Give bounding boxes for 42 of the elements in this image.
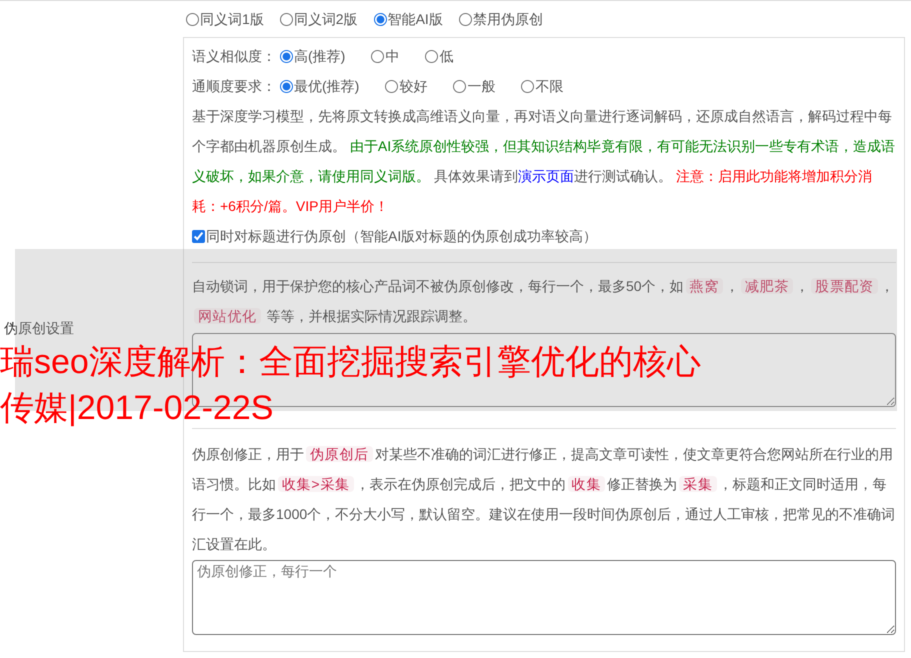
radio-button[interactable] xyxy=(385,80,398,92)
keyword-tag: 股票配资 xyxy=(811,278,878,294)
overlay-headline: 传媒|2017-02-22S xyxy=(0,388,274,429)
radio-button[interactable] xyxy=(280,12,293,26)
setting-label: 通顺度要求： xyxy=(192,76,276,96)
radio-button[interactable] xyxy=(374,12,387,26)
section-label: 伪原创设置 xyxy=(3,319,74,338)
keyword-tag: 网站优化 xyxy=(194,308,261,324)
setting-label: 语义相似度： xyxy=(192,46,276,66)
radio-button[interactable] xyxy=(280,50,293,62)
radio-option[interactable]: 不限 xyxy=(521,76,564,96)
version-option[interactable]: 同义词1版 xyxy=(186,8,264,30)
lock-words-description: 自动锁词，用于保护您的核心产品词不被伪原创修改，每行一个，最多50个，如 燕窝 ， 减肥茶 ， 股票配资 ， 网站优化 等等，并根据实际情况跟踪调整。 xyxy=(192,277,895,326)
version-option[interactable]: 智能AI版 xyxy=(374,8,443,30)
version-option[interactable]: 同义词2版 xyxy=(280,8,358,30)
radio-button[interactable] xyxy=(458,12,472,26)
checkbox[interactable] xyxy=(192,230,205,242)
radio-option[interactable]: 较好 xyxy=(385,76,428,96)
radio-option[interactable]: 低 xyxy=(425,46,454,66)
demo-page-link[interactable]: 演示页面 xyxy=(518,168,574,184)
radio-option[interactable]: 最优(推荐) xyxy=(280,76,360,96)
radio-button[interactable] xyxy=(521,80,534,92)
radio-option[interactable]: 一般 xyxy=(453,76,496,96)
correction-field[interactable]: 伪原创修正，每行一个 xyxy=(192,560,896,635)
radio-option[interactable]: 高(推荐) xyxy=(280,46,346,66)
keyword-tag: 燕窝 xyxy=(686,278,723,294)
keyword-tag: 收集 xyxy=(568,476,606,492)
title-option[interactable]: 同时对标题进行伪原创（智能AI版对标题的伪原创成功率较高） xyxy=(192,221,896,251)
radio-button[interactable] xyxy=(371,50,384,62)
radio-option[interactable]: 中 xyxy=(371,46,400,66)
version-option[interactable]: 禁用伪原创 xyxy=(458,8,543,30)
overlay-headline: 瑞seo深度解析：全面挖掘搜索引擎优化的核心 xyxy=(0,342,701,383)
radio-button[interactable] xyxy=(280,80,293,92)
radio-button[interactable] xyxy=(186,12,199,26)
ai-description: 基于深度学习模型，先将原文转换成高维语义向量，再对语义向量进行逐词解码，还原成自然语言，解码过程中每个字都由机器原创生成。 由于AI系统原创性较强，但其知识结构毕竟有限，有可能无法识别一些专有术语，造成语义破坏，如果介意，请使用同义词版。 具体效果请到演示页面进行测试确认。 注意：启用此功能将增加积分消耗：+6积分/篇。VIP用户半价！ xyxy=(192,107,896,216)
keyword-tag: 采集 xyxy=(679,476,716,492)
radio-button[interactable] xyxy=(425,50,438,62)
keyword-tag: 伪原创后 xyxy=(306,446,373,462)
keyword-tag: 减肥茶 xyxy=(740,278,794,294)
keyword-tag: 收集>采集 xyxy=(278,476,354,492)
correction-description: 伪原创修正，用于 伪原创后 对某些不准确的词汇进行修正，提高文章可读性，使文章更符合您网站所在行业的用语习惯。比如 收集>采集 ，表示在伪原创完成后，把文中的 收集 修正替换为 采集 ，标题和正文同时适用，每行一个，最多1000个，不分大小写，默认留空。建议在使用一段时间伪原创后，通过人工审核，把常见的不准确词汇设置在此。 xyxy=(192,445,896,554)
radio-button[interactable] xyxy=(453,80,466,92)
